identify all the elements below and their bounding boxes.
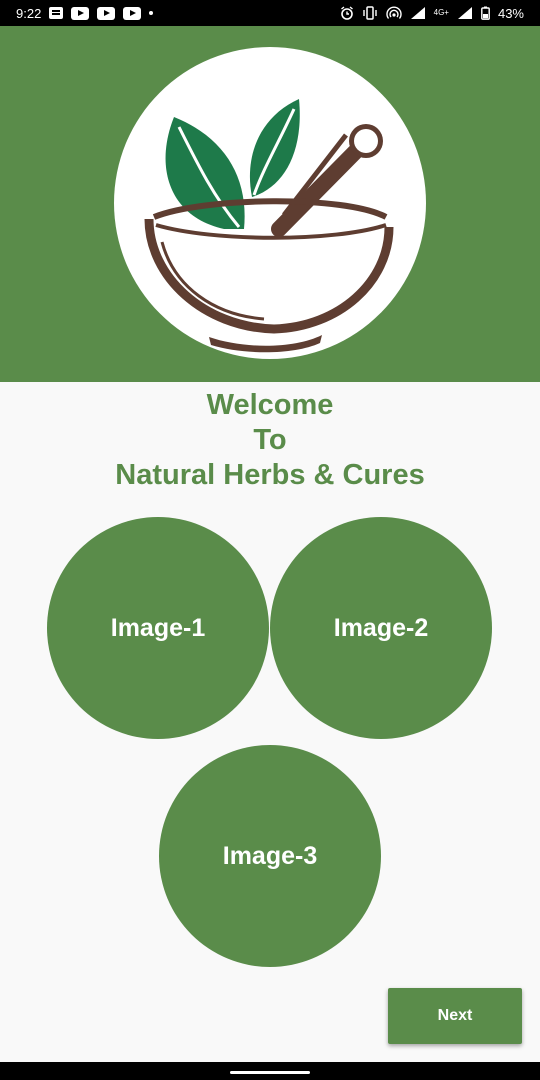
battery-icon: [481, 6, 490, 20]
dot-icon: [149, 11, 154, 15]
image-1-button[interactable]: Image-1: [47, 517, 269, 739]
image-2-button[interactable]: Image-2: [270, 517, 492, 739]
youtube-icon: [71, 6, 90, 20]
welcome-line-3: Natural Herbs & Cures: [115, 459, 425, 491]
signal-icon: [457, 6, 473, 20]
status-bar: 9:22 4G+ 43%: [0, 0, 540, 26]
next-button[interactable]: Next: [388, 988, 522, 1044]
image-1-label: Image-1: [110, 613, 206, 642]
message-icon: [49, 7, 64, 19]
youtube-icon: [123, 6, 142, 20]
vibrate-icon: [362, 6, 378, 20]
signal-icon: [410, 6, 426, 20]
app-logo: [114, 47, 426, 359]
battery-percent: 43%: [497, 5, 524, 21]
welcome-line-2: To: [253, 424, 287, 456]
alarm-icon: [340, 6, 354, 20]
mortar-pestle-logo-icon: [144, 99, 394, 353]
network-4g-icon: 4G+: [433, 8, 449, 17]
welcome-line-1: Welcome: [206, 389, 334, 421]
status-right: 4G+ 43%: [340, 0, 524, 26]
hotspot-icon: [385, 6, 402, 20]
image-2-label: Image-2: [333, 613, 429, 642]
image-3-button[interactable]: Image-3: [159, 745, 381, 967]
youtube-icon: [97, 6, 116, 20]
status-left: 9:22: [16, 0, 154, 26]
hero-header: [0, 26, 540, 382]
home-gesture-handle[interactable]: [230, 1071, 310, 1074]
image-3-label: Image-3: [222, 841, 318, 870]
status-time: 9:22: [16, 5, 42, 21]
next-button-label: Next: [437, 1007, 473, 1024]
welcome-heading: Welcome To Natural Herbs & Cures: [0, 388, 540, 493]
